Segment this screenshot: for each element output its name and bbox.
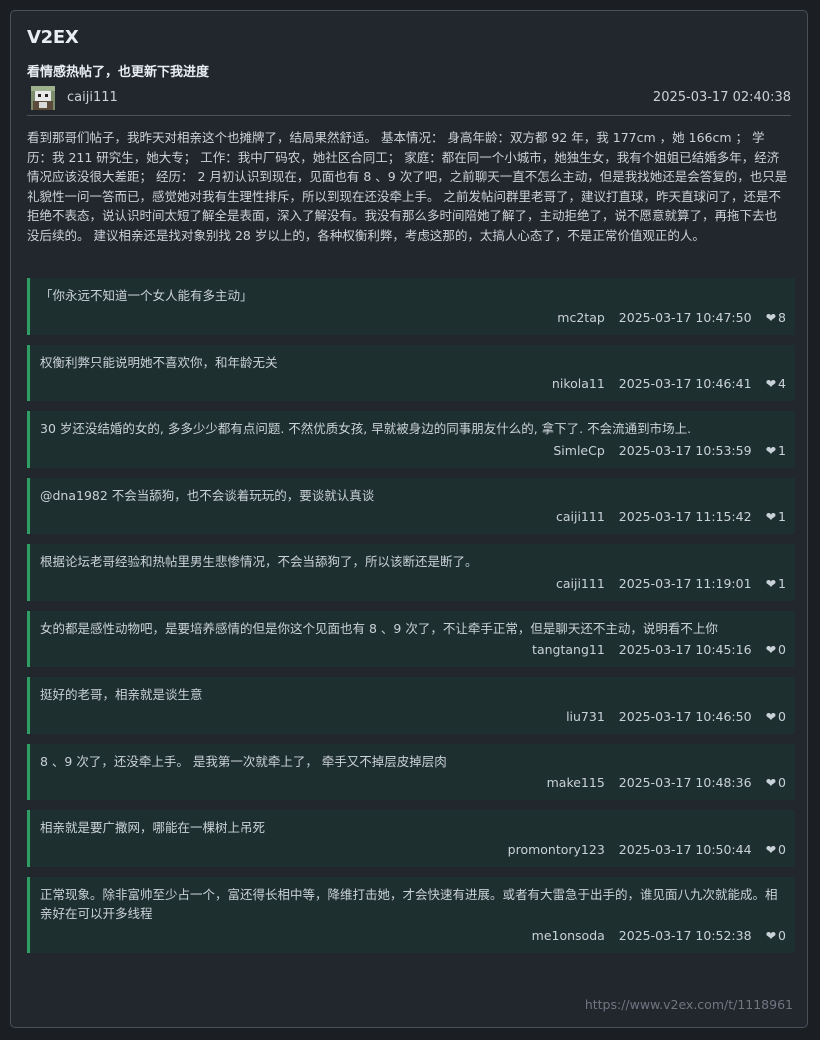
- reply-list: 「你永远不知道一个女人能有多主动」 mc2tap 2025-03-17 10:4…: [27, 278, 795, 963]
- heart-icon: ❤: [765, 775, 777, 790]
- reply-text: @dna1982 不会当舔狗，也不会谈着玩玩的，要谈就认真谈: [40, 487, 375, 503]
- like-count: 1: [778, 442, 786, 458]
- reply-meta: caiji111 2025-03-17 11:15:42 ❤ 1: [40, 507, 786, 526]
- reply-author[interactable]: make115: [547, 773, 605, 792]
- reply-likes[interactable]: ❤ 0: [766, 707, 786, 726]
- reply-author[interactable]: tangtang11: [532, 640, 605, 659]
- reply-meta: make115 2025-03-17 10:48:36 ❤ 0: [40, 773, 786, 792]
- reply-text: 相亲就是要广撒网，哪能在一棵树上吊死: [40, 820, 266, 835]
- reply-meta: tangtang11 2025-03-17 10:45:16 ❤ 0: [40, 640, 786, 659]
- reply-author[interactable]: caiji111: [556, 507, 605, 526]
- post-meta: caiji111 2025-03-17 02:40:38: [27, 85, 791, 116]
- reply-time: 2025-03-17 10:46:41: [618, 376, 752, 391]
- reply-item: 正常现象。除非富帅至少占一个，富还得长相中等，降维打击她，才会快速有进展。或者有…: [27, 876, 795, 953]
- reply-meta: promontory123 2025-03-17 10:50:44 ❤ 0: [40, 840, 786, 859]
- reply-item: 挺好的老哥，相亲就是谈生意 liu731 2025-03-17 10:46:50…: [27, 677, 795, 734]
- heart-icon: ❤: [765, 575, 777, 591]
- reply-time: 2025-03-17 10:53:59: [618, 442, 752, 458]
- reply-time: 2025-03-17 11:19:01: [618, 575, 752, 591]
- reply-item: 权衡利弊只能说明她不喜欢你，和年龄无关 nikola11 2025-03-17 …: [27, 344, 795, 401]
- post-title[interactable]: 看情感热帖了，也更新下我进度: [27, 61, 209, 80]
- reply-likes[interactable]: ❤ 8: [766, 308, 786, 327]
- reply-text: 挺好的老哥，相亲就是谈生意: [40, 687, 203, 702]
- reply-likes[interactable]: ❤ 0: [766, 926, 786, 945]
- reply-item: 根据论坛老哥经验和热帖里男生悲惨情况，不会当舔狗了，所以该断还是断了。 caij…: [27, 544, 795, 601]
- heart-icon: ❤: [765, 841, 777, 857]
- reply-author[interactable]: mc2tap: [557, 308, 605, 327]
- reply-item: 相亲就是要广撒网，哪能在一棵树上吊死 promontory123 2025-03…: [27, 810, 795, 867]
- like-count: 0: [778, 927, 786, 943]
- reply-author[interactable]: me1onsoda: [532, 926, 605, 945]
- reply-likes[interactable]: ❤ 0: [766, 773, 786, 792]
- reply-text: 权衡利弊只能说明她不喜欢你，和年龄无关: [40, 354, 278, 370]
- reply-item: 30 岁还没结婚的女的, 多多少少都有点问题. 不然优质女孩, 早就被身边的同事…: [27, 411, 795, 468]
- like-count: 0: [778, 708, 786, 724]
- reply-time: 2025-03-17 10:45:16: [618, 642, 752, 657]
- reply-meta: SimleCp 2025-03-17 10:53:59 ❤ 1: [40, 441, 786, 460]
- reply-meta: mc2tap 2025-03-17 10:47:50 ❤ 8: [40, 308, 786, 327]
- heart-icon: ❤: [765, 642, 777, 657]
- reply-likes[interactable]: ❤ 0: [766, 640, 786, 659]
- heart-icon: ❤: [765, 708, 777, 724]
- reply-likes[interactable]: ❤ 1: [766, 574, 786, 593]
- like-count: 8: [778, 309, 786, 325]
- reply-meta: liu731 2025-03-17 10:46:50 ❤ 0: [40, 707, 786, 726]
- heart-icon: ❤: [765, 376, 777, 391]
- reply-item: 「你永远不知道一个女人能有多主动」 mc2tap 2025-03-17 10:4…: [27, 278, 795, 335]
- reply-author[interactable]: liu731: [566, 707, 605, 726]
- reply-meta: nikola11 2025-03-17 10:46:41 ❤ 4: [40, 374, 786, 393]
- reply-author[interactable]: nikola11: [552, 374, 605, 393]
- heart-icon: ❤: [765, 927, 777, 943]
- reply-likes[interactable]: ❤ 1: [766, 507, 786, 526]
- like-count: 1: [778, 575, 786, 591]
- post-author[interactable]: caiji111: [67, 90, 118, 105]
- reply-text: 正常现象。除非富帅至少占一个，富还得长相中等，降维打击她，才会快速有进展。或者有…: [40, 886, 778, 922]
- reply-time: 2025-03-17 10:46:50: [618, 708, 752, 724]
- like-count: 0: [778, 775, 786, 790]
- reply-likes[interactable]: ❤ 0: [766, 840, 786, 859]
- reply-text: 8 、9 次了，还没牵上手。 是我第一次就牵上了， 牵手又不掉层皮掉层肉: [40, 753, 447, 769]
- like-count: 1: [778, 509, 786, 524]
- reply-text: 30 岁还没结婚的女的, 多多少少都有点问题. 不然优质女孩, 早就被身边的同事…: [40, 421, 692, 436]
- reply-meta: caiji111 2025-03-17 11:19:01 ❤ 1: [40, 574, 786, 593]
- reply-time: 2025-03-17 10:48:36: [618, 775, 752, 790]
- reply-text: 根据论坛老哥经验和热帖里男生悲惨情况，不会当舔狗了，所以该断还是断了。: [40, 554, 478, 569]
- post-time: 2025-03-17 02:40:38: [652, 90, 791, 105]
- reply-time: 2025-03-17 11:15:42: [618, 509, 752, 524]
- reply-likes[interactable]: ❤ 1: [766, 441, 786, 460]
- post-card: V2EX 看情感热帖了，也更新下我进度 caiji111 2025-03-17 …: [10, 10, 808, 1028]
- reply-likes[interactable]: ❤ 4: [766, 374, 786, 393]
- reply-meta: me1onsoda 2025-03-17 10:52:38 ❤ 0: [40, 926, 786, 945]
- reply-item: @dna1982 不会当舔狗，也不会谈着玩玩的，要谈就认真谈 caiji111 …: [27, 477, 795, 534]
- reply-time: 2025-03-17 10:47:50: [618, 309, 752, 325]
- post-content: 看到那哥们帖子，我昨天对相亲这个也摊牌了，结局果然舒适。 基本情况： 身高年龄：…: [27, 130, 788, 243]
- heart-icon: ❤: [765, 309, 777, 325]
- avatar[interactable]: [31, 86, 55, 110]
- reply-text: 女的都是感性动物吧，是要培养感情的但是你这个见面也有 8 、9 次了，不让牵手正…: [40, 620, 718, 636]
- reply-time: 2025-03-17 10:52:38: [618, 927, 752, 943]
- like-count: 4: [778, 376, 786, 391]
- like-count: 0: [778, 642, 786, 657]
- reply-text: 「你永远不知道一个女人能有多主动」: [40, 288, 253, 303]
- source-url[interactable]: https://www.v2ex.com/t/1118961: [585, 997, 793, 1012]
- heart-icon: ❤: [765, 509, 777, 524]
- reply-item: 8 、9 次了，还没牵上手。 是我第一次就牵上了， 牵手又不掉层皮掉层肉 mak…: [27, 743, 795, 800]
- reply-author[interactable]: SimleCp: [553, 441, 604, 460]
- reply-time: 2025-03-17 10:50:44: [618, 841, 752, 857]
- reply-item: 女的都是感性动物吧，是要培养感情的但是你这个见面也有 8 、9 次了，不让牵手正…: [27, 610, 795, 667]
- reply-author[interactable]: promontory123: [508, 840, 605, 859]
- heart-icon: ❤: [765, 442, 777, 458]
- reply-author[interactable]: caiji111: [556, 574, 605, 593]
- site-name[interactable]: V2EX: [27, 27, 79, 48]
- like-count: 0: [778, 841, 786, 857]
